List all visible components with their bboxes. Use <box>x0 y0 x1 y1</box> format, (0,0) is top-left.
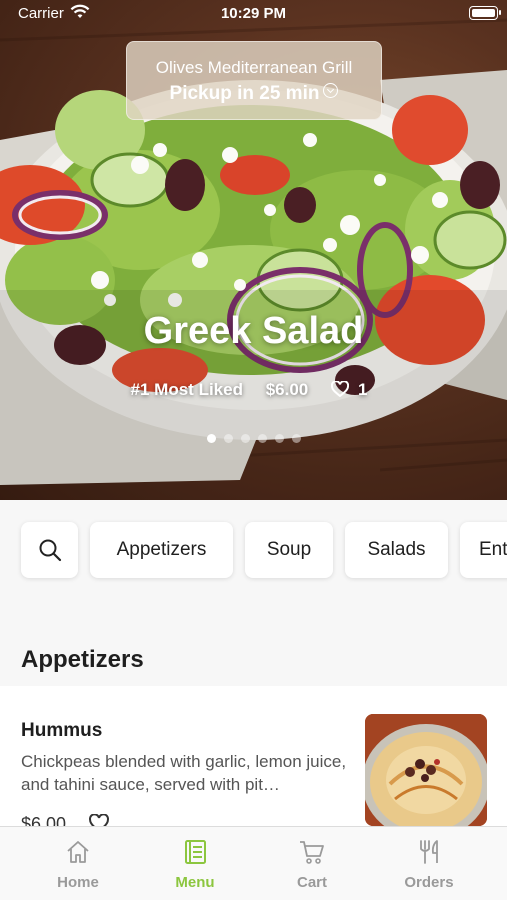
category-entrees[interactable]: Ent <box>460 522 507 578</box>
tab-bar: Home Menu Cart Orders <box>0 826 507 900</box>
featured-dish-title: Greek Salad <box>143 310 364 352</box>
category-salads[interactable]: Salads <box>345 522 448 578</box>
search-button[interactable] <box>21 522 78 578</box>
featured-hero[interactable]: Carrier 10:29 PM Olives Mediterranean Gr… <box>0 0 507 500</box>
menu-item[interactable]: Hummus Chickpeas blended with garlic, le… <box>0 686 507 826</box>
section-title: Appetizers <box>21 646 144 673</box>
pickup-selector[interactable]: Olives Mediterranean Grill Pickup in 25 … <box>126 41 382 120</box>
category-soup[interactable]: Soup <box>245 522 333 578</box>
tab-cart[interactable]: Cart <box>254 827 370 900</box>
category-bar: Appetizers Soup Salads Ent <box>0 500 507 610</box>
carousel-dot[interactable] <box>223 434 233 443</box>
carousel-dot[interactable] <box>291 434 301 443</box>
tab-cart-label: Cart <box>296 874 327 891</box>
item-description: Chickpeas blended with garlic, lemon jui… <box>21 752 347 794</box>
restaurant-name: Olives Mediterranean Grill <box>155 58 353 77</box>
menu-book-icon <box>185 840 206 864</box>
featured-price: $6.00 <box>265 380 309 399</box>
heart-icon <box>330 381 349 397</box>
tab-menu-label: Menu <box>175 874 215 891</box>
fork-knife-icon <box>420 840 438 864</box>
item-image <box>365 714 487 826</box>
tab-orders-label: Orders <box>404 874 454 891</box>
carousel-page-indicator[interactable] <box>0 430 507 448</box>
item-name: Hummus <box>21 720 103 741</box>
tab-orders[interactable]: Orders <box>371 827 487 900</box>
search-icon <box>39 539 61 562</box>
status-bar: Carrier 10:29 PM <box>0 0 507 28</box>
carousel-dot[interactable] <box>274 434 284 443</box>
featured-dish-meta: #1 Most Liked $6.00 1 <box>0 380 507 400</box>
tab-menu[interactable]: Menu <box>137 827 253 900</box>
pickup-eta: Pickup in 25 min <box>127 83 381 105</box>
category-appetizers[interactable]: Appetizers <box>90 522 233 578</box>
chevron-down-icon <box>323 83 339 98</box>
clock: 10:29 PM <box>220 5 287 22</box>
featured-rank: #1 Most Liked <box>130 380 243 399</box>
cart-icon <box>300 841 324 864</box>
tab-home-label: Home <box>57 874 99 891</box>
carousel-dot[interactable] <box>257 434 267 443</box>
item-price: $6.00 <box>21 814 67 826</box>
heart-icon[interactable] <box>89 814 109 826</box>
carousel-dot[interactable] <box>240 434 250 443</box>
home-icon <box>67 841 89 863</box>
battery-icon <box>469 6 501 20</box>
carousel-dot[interactable] <box>206 434 216 443</box>
tab-home[interactable]: Home <box>20 827 136 900</box>
featured-likes[interactable]: 1 <box>330 380 376 399</box>
